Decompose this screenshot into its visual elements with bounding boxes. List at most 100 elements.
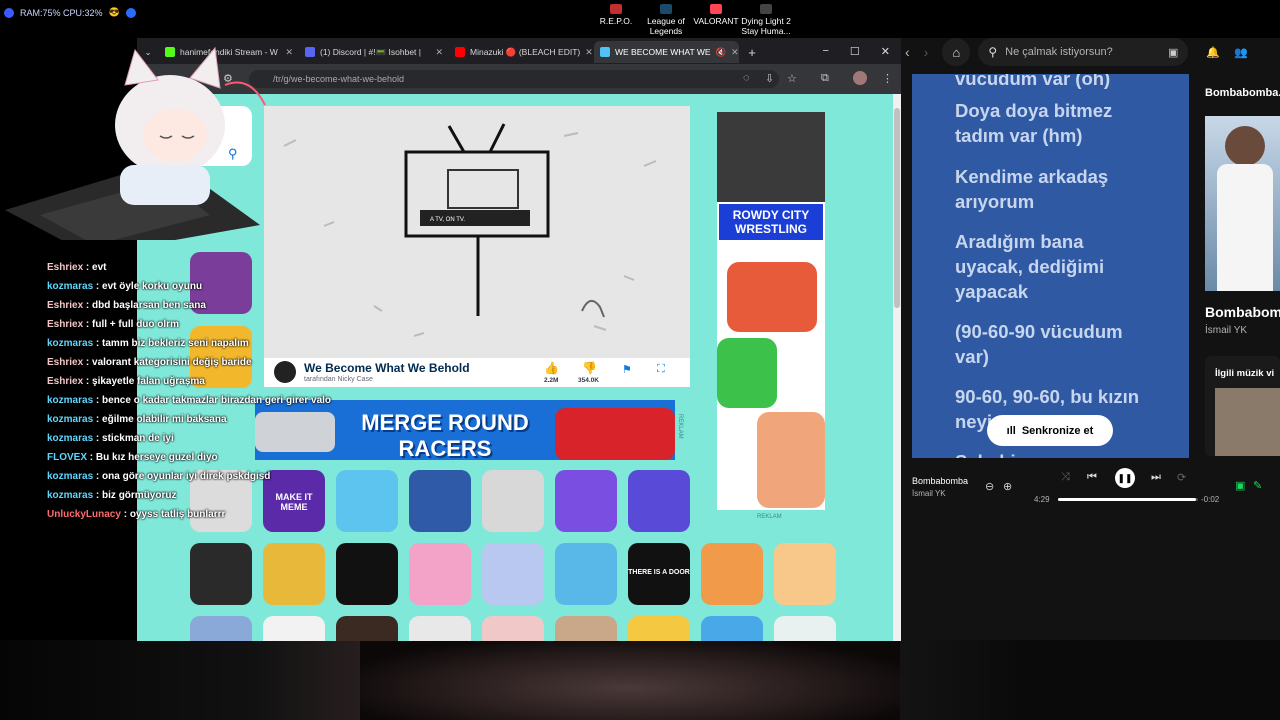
minimize-button[interactable]: − [822, 45, 828, 58]
chat-username: kozmaras [47, 433, 94, 444]
screen-caption: A TV, ON TV. [430, 217, 465, 223]
tab-discord[interactable]: (1) Discord | #!📟 Isohbet | ✕ [299, 41, 449, 63]
browse-icon[interactable]: ▣ [1168, 46, 1178, 59]
previous-icon[interactable]: ⏮ [1087, 471, 1097, 484]
close-icon[interactable]: ✕ [435, 47, 443, 58]
dislike-icon[interactable]: 👎 [582, 361, 597, 375]
like-icon[interactable]: 👍 [544, 361, 559, 375]
valorant-icon [710, 4, 722, 14]
game-tile[interactable] [701, 543, 763, 605]
back-arrow-icon[interactable]: ‹ [905, 44, 910, 60]
desktop-icon-dying-light[interactable]: Dying Light 2 Stay Huma... [736, 4, 796, 36]
sync-button[interactable]: ıll Senkronize et [987, 415, 1113, 446]
menu-icon[interactable]: ⋮ [882, 72, 893, 85]
new-tab-button[interactable]: + [739, 41, 765, 63]
game-tile[interactable] [190, 543, 252, 605]
scrollbar-thumb[interactable] [894, 108, 900, 308]
profile-avatar[interactable] [853, 71, 867, 85]
close-icon[interactable]: ✕ [731, 47, 739, 58]
close-icon[interactable]: ✕ [285, 47, 293, 58]
mute-icon[interactable]: 🔇 [716, 47, 727, 58]
waveform-icon: ıll [1006, 424, 1016, 437]
game-tile[interactable] [336, 470, 398, 532]
repeat-icon[interactable]: ⟳ [1177, 471, 1186, 484]
game-tile[interactable] [555, 616, 617, 641]
spotify-search[interactable]: ⚲ Ne çalmak istiyorsun? ▣ [978, 38, 1189, 66]
chat-message: UnluckyLunacy : oyyss tatliş bunlarrr [47, 509, 226, 520]
tab-label: Minazuki 🔴 (BLEACH EDIT) [470, 46, 581, 57]
now-playing-track[interactable]: Bombabomba [912, 476, 968, 486]
tab-youtube[interactable]: Minazuki 🔴 (BLEACH EDIT) ✕ [449, 41, 594, 63]
next-icon[interactable]: ⏭ [1151, 471, 1161, 484]
game-tile[interactable] [409, 616, 471, 641]
related-thumb [1215, 388, 1280, 456]
game-tile[interactable] [263, 543, 325, 605]
elapsed-time: 4:29 [1034, 495, 1050, 504]
game-tile[interactable] [336, 543, 398, 605]
close-window-button[interactable]: ✕ [881, 45, 890, 58]
game-tile[interactable] [774, 543, 836, 605]
game-tile[interactable] [409, 543, 471, 605]
shuffle-icon[interactable]: ⤨ [1061, 471, 1070, 484]
eye-off-icon[interactable]: ◌ [743, 72, 750, 84]
game-tile[interactable] [555, 470, 617, 532]
game-tile[interactable] [774, 616, 836, 641]
game-tile[interactable] [482, 470, 544, 532]
chat-message: kozmaras : ona göre oyunlar iyi direk ps… [47, 471, 271, 482]
pause-button[interactable]: ❚❚ [1115, 468, 1135, 488]
fullscreen-icon[interactable]: ⛶ [657, 363, 665, 376]
chat-username: FLOVEX [47, 452, 88, 463]
game-tile-door[interactable]: THERE IS A DOOR [628, 543, 690, 605]
ad-label: REKLAM [677, 414, 683, 439]
lyric-line: (90-60-90 vücudum var) [955, 321, 1123, 367]
game-tile[interactable] [409, 470, 471, 532]
url-field[interactable]: /tr/g/we-become-what-we-behold [249, 70, 779, 88]
tab-poki[interactable]: WE BECOME WHAT WE 🔇 ✕ [594, 41, 739, 63]
extensions-icon[interactable]: ⧉ [821, 72, 829, 85]
system-stats: RAM:75% CPU:32% 😎 [4, 7, 136, 18]
report-flag-icon[interactable]: ⚑ [622, 363, 632, 376]
chat-username: Eshriex [47, 319, 84, 330]
emoji-icon: 😎 [108, 7, 120, 17]
tab-label: (1) Discord | #!📟 Isohbet | [320, 46, 421, 57]
chat-text: evt öyle korku oyunu [102, 281, 203, 292]
game-tile[interactable] [628, 616, 690, 641]
chat-username: kozmaras [47, 490, 94, 501]
maximize-button[interactable]: ☐ [850, 45, 860, 58]
forward-arrow-icon[interactable]: › [924, 44, 929, 60]
chat-username: Eshriex [47, 262, 84, 273]
side-ad[interactable]: ROWDY CITY WRESTLING [717, 112, 825, 510]
progress-track[interactable] [1058, 498, 1198, 501]
game-tile[interactable] [190, 616, 252, 641]
related-title: İlgili müzik vi [1215, 368, 1275, 379]
side-ad-face [717, 338, 777, 408]
lyrics-icon[interactable]: ✎ [1253, 479, 1262, 492]
game-tile[interactable] [628, 470, 690, 532]
chat-text: dbd başlarsan ben sana [92, 300, 206, 311]
arrow-icon [125, 7, 136, 18]
game-tile[interactable] [482, 616, 544, 641]
chat-username: Eshriex [47, 300, 84, 311]
friends-icon[interactable]: 👥 [1234, 46, 1248, 59]
game-tile[interactable] [482, 543, 544, 605]
add-icon[interactable]: ⊕ [1003, 480, 1012, 493]
game-tile[interactable] [701, 616, 763, 641]
chat-message: kozmaras : bence o kadar takmazlar biraz… [47, 395, 332, 406]
ad-banner-text: MERGE ROUND RACERS [361, 410, 529, 460]
install-icon[interactable]: ⇩ [765, 72, 774, 85]
close-icon[interactable]: ✕ [585, 47, 593, 58]
game-tile[interactable] [263, 616, 325, 641]
search-input[interactable]: Ne çalmak istiyorsun? [1005, 46, 1113, 58]
chat-username: kozmaras [47, 414, 94, 425]
home-icon[interactable]: ⌂ [942, 38, 971, 66]
bookmark-star-icon[interactable]: ☆ [787, 72, 797, 85]
ad-car-right [555, 408, 675, 460]
game-tile[interactable] [336, 616, 398, 641]
game-tile[interactable] [555, 543, 617, 605]
chat-text: tamm biz bekleriz seni napalım [102, 338, 249, 349]
tab-label: WE BECOME WHAT WE [615, 47, 711, 57]
now-playing-artist[interactable]: İsmail YK [912, 489, 946, 498]
now-playing-view-icon[interactable]: ▣ [1235, 479, 1245, 492]
bell-icon[interactable]: 🔔 [1206, 46, 1220, 59]
remove-icon[interactable]: ⊖ [985, 480, 994, 493]
